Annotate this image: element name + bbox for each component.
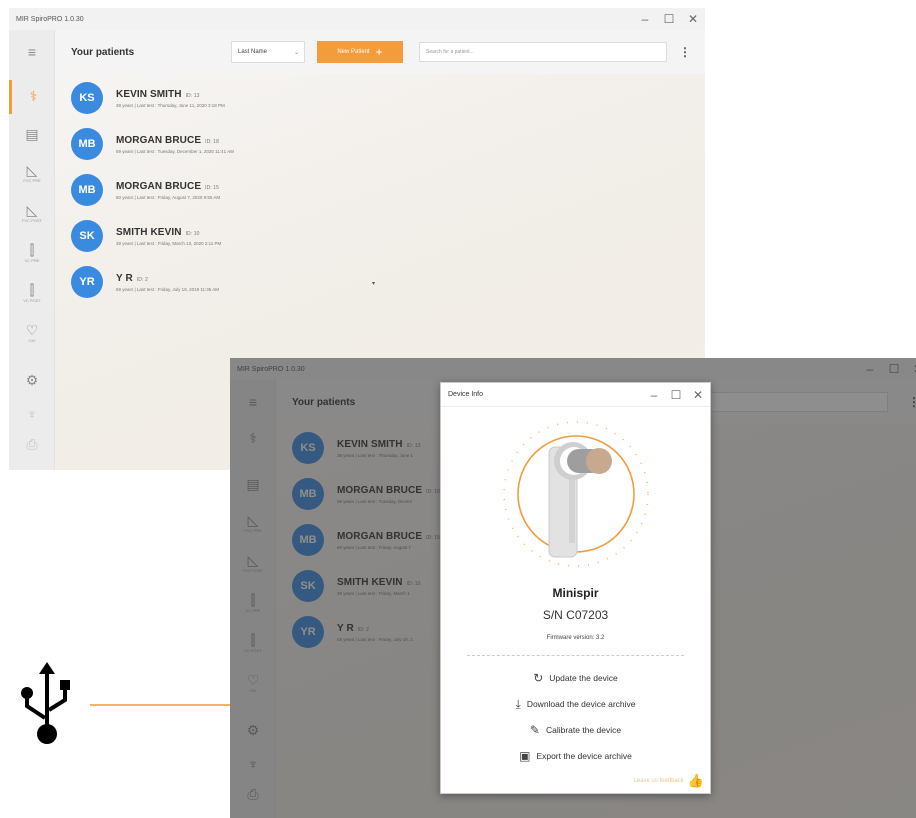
patient-name: MORGAN BRUCE bbox=[116, 134, 202, 146]
device-serial: S/N C07203 bbox=[542, 608, 609, 622]
minimize-button[interactable]: – bbox=[648, 389, 660, 401]
vc-post-icon[interactable]: ⫿VC POST bbox=[9, 282, 55, 304]
printer-icon[interactable]: ⎙ bbox=[9, 436, 55, 452]
more-options-icon[interactable]: ⋮ bbox=[679, 45, 691, 59]
fvc-pre-label: FVC PRE bbox=[23, 178, 41, 183]
update-device-button[interactable]: ↻ Update the device bbox=[441, 669, 710, 687]
maximize-button[interactable]: ☐ bbox=[670, 389, 682, 401]
feedback-label: Leave us feedback bbox=[633, 778, 684, 784]
page-title: Your patients bbox=[71, 46, 135, 58]
sidebar: ≡ ⚕ ▤ ◺FVC PRE ◺FVC POST ⫿VC PRE ⫿VC POS… bbox=[9, 30, 55, 470]
list-item[interactable]: YR Y RID: 2 59 years | Last test : Frida… bbox=[71, 262, 219, 302]
avatar: SK bbox=[71, 220, 103, 252]
avatar: YR bbox=[71, 266, 103, 298]
vc-pre-label: VC PRE bbox=[24, 258, 40, 263]
vc-post-label: VC POST bbox=[23, 298, 41, 303]
device-icon[interactable]: ♆ bbox=[9, 406, 55, 422]
fvc-pre-icon[interactable]: ◺FVC PRE bbox=[9, 162, 55, 184]
patient-name: SMITH KEVIN bbox=[116, 226, 182, 238]
list-item[interactable]: KS KEVIN SMITHID: 13 38 years | Last tes… bbox=[71, 78, 225, 118]
download-archive-label: Download the device archive bbox=[526, 699, 636, 709]
sort-select[interactable]: Last Name ⌄ bbox=[231, 41, 305, 63]
update-device-label: Update the device bbox=[549, 673, 618, 683]
patient-meta: 60 years | Last test : Friday, August 7,… bbox=[116, 194, 221, 200]
feedback-link[interactable]: Leave us feedback 👍 bbox=[633, 773, 704, 789]
new-patient-label: New Patient bbox=[337, 49, 370, 55]
calibrate-device-label: Calibrate the device bbox=[545, 725, 622, 735]
download-archive-button[interactable]: ⤓ Download the device archive bbox=[441, 695, 710, 713]
patient-id: ID: 18 bbox=[205, 138, 220, 145]
patient-id: ID: 10 bbox=[185, 230, 200, 237]
patient-id: ID: 15 bbox=[205, 184, 220, 191]
clipboard-icon[interactable]: ▤ bbox=[9, 126, 55, 142]
title-bar: MIR SpiroPRO 1.0.30 – ☐ ✕ bbox=[9, 8, 705, 30]
refresh-icon: ↻ bbox=[533, 671, 544, 685]
save-icon: ▣ bbox=[519, 749, 531, 763]
thumbs-icon: 👍 bbox=[687, 773, 704, 788]
close-button[interactable]: ✕ bbox=[692, 389, 704, 401]
minimize-button[interactable]: – bbox=[639, 13, 651, 25]
patients-icon[interactable]: ⚕ bbox=[9, 80, 55, 114]
download-icon: ⤓ bbox=[515, 696, 521, 711]
settings-icon[interactable]: ⚙ bbox=[9, 372, 55, 388]
device-info-dialog: Device Info – ☐ ✕ Minispir S/N C07203 Fi… bbox=[440, 382, 711, 794]
new-patient-button[interactable]: New Patient + bbox=[317, 41, 403, 63]
list-item[interactable]: MB MORGAN BRUCEID: 18 59 years | Last te… bbox=[71, 124, 234, 164]
oxi-label: OXI bbox=[28, 338, 36, 343]
device-illustration bbox=[503, 421, 649, 567]
divider bbox=[467, 655, 684, 656]
avatar: KS bbox=[71, 82, 103, 114]
fvc-post-icon[interactable]: ◺FVC POST bbox=[9, 202, 55, 224]
export-archive-button[interactable]: ▣ Export the device archive bbox=[441, 747, 710, 765]
patient-meta: 59 years | Last test : Tuesday, December… bbox=[116, 148, 234, 154]
plus-icon: + bbox=[375, 45, 383, 59]
patients-header: Your patients Last Name ⌄ New Patient + … bbox=[55, 30, 705, 74]
patient-name: MORGAN BRUCE bbox=[116, 180, 202, 192]
chevron-down-icon: ⌄ bbox=[293, 49, 299, 56]
dialog-title: Device Info bbox=[448, 391, 484, 398]
wrench-icon: ✎ bbox=[529, 723, 540, 737]
fvc-post-label: FVC POST bbox=[21, 218, 42, 223]
usb-connection-line bbox=[90, 704, 230, 706]
search-placeholder: Search for a patient... bbox=[426, 49, 474, 55]
usb-icon bbox=[21, 662, 70, 744]
calibrate-device-button[interactable]: ✎ Calibrate the device bbox=[441, 721, 710, 739]
patient-meta: 38 years | Last test : Friday, March 13,… bbox=[116, 240, 222, 246]
close-button[interactable]: ✕ bbox=[687, 13, 699, 25]
firmware-version: Firmware version: 3.2 bbox=[546, 635, 605, 641]
export-archive-label: Export the device archive bbox=[536, 751, 632, 761]
list-item[interactable]: SK SMITH KEVINID: 10 38 years | Last tes… bbox=[71, 216, 221, 256]
vc-pre-icon[interactable]: ⫿VC PRE bbox=[9, 242, 55, 264]
list-item[interactable]: MB MORGAN BRUCEID: 15 60 years | Last te… bbox=[71, 170, 220, 210]
sort-select-value: Last Name bbox=[238, 49, 268, 55]
device-name: Minispir bbox=[552, 586, 599, 600]
patient-id: ID: 13 bbox=[185, 92, 200, 99]
maximize-button[interactable]: ☐ bbox=[663, 13, 675, 25]
search-input[interactable]: Search for a patient... bbox=[419, 42, 667, 62]
patient-name: Y R bbox=[116, 272, 133, 284]
window-title: MIR SpiroPRO 1.0.30 bbox=[16, 15, 84, 23]
heart-icon[interactable]: ♡OXI bbox=[9, 322, 55, 344]
mouse-cursor: ▾ bbox=[372, 281, 376, 287]
patient-id: ID: 2 bbox=[136, 276, 148, 283]
dialog-title-bar: Device Info – ☐ ✕ bbox=[441, 383, 710, 407]
patient-meta: 38 years | Last test : Thursday, June 11… bbox=[116, 102, 225, 108]
patient-name: KEVIN SMITH bbox=[116, 88, 182, 100]
composite-screenshot: MIR SpiroPRO 1.0.30 – ☐ ✕ ≡ ⚕ ▤ ◺ FVC PRE… bbox=[0, 0, 916, 818]
patient-meta: 59 years | Last test : Friday, July 19, … bbox=[116, 286, 220, 292]
avatar: MB bbox=[71, 174, 103, 206]
menu-icon[interactable]: ≡ bbox=[9, 44, 55, 60]
avatar: MB bbox=[71, 128, 103, 160]
